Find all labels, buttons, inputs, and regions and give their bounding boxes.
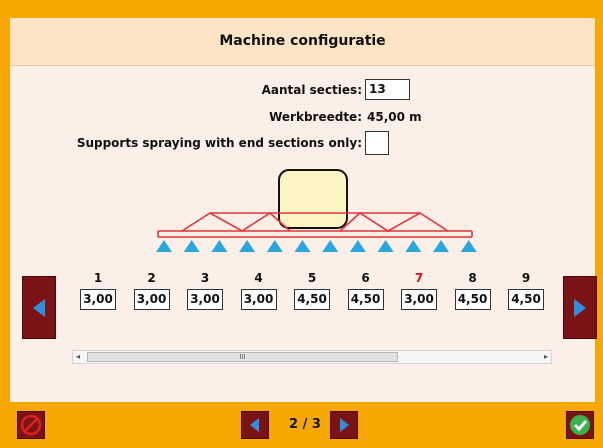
section-number: 1 bbox=[93, 271, 103, 285]
aantal-secties-label: Aantal secties: bbox=[261, 83, 362, 97]
section-width-input[interactable]: 4,50 bbox=[347, 289, 384, 310]
section-number: 8 bbox=[468, 271, 477, 285]
main-panel: Machine configuratie Aantal secties: 13 … bbox=[10, 18, 597, 402]
nozzle-icon bbox=[294, 240, 311, 252]
section-number: 4 bbox=[254, 271, 263, 285]
nozzle-icon bbox=[183, 240, 200, 252]
section-width-input[interactable]: 3,00 bbox=[401, 289, 437, 310]
end-sections-label: Supports spraying with end sections only… bbox=[76, 136, 362, 150]
aantal-secties-input[interactable]: 13 bbox=[365, 79, 410, 100]
nozzle-icon bbox=[377, 240, 394, 252]
scrollbar-grip: III bbox=[239, 353, 246, 361]
nozzle-row bbox=[156, 240, 477, 252]
nozzle-icon bbox=[156, 240, 172, 252]
arrow-left-icon bbox=[33, 299, 45, 317]
section-width-input[interactable]: 3,00 bbox=[187, 289, 223, 310]
nozzle-icon bbox=[433, 240, 449, 252]
end-sections-checkbox[interactable] bbox=[365, 131, 389, 155]
header: Machine configuratie bbox=[10, 18, 595, 66]
scroll-right-arrow[interactable]: ▸ bbox=[544, 352, 548, 361]
checkmark-icon bbox=[570, 415, 590, 435]
bottom-bar: 2 / 3 bbox=[0, 402, 603, 448]
arrow-left-icon bbox=[250, 418, 259, 432]
arrow-right-icon bbox=[340, 418, 349, 432]
sections-next-button[interactable] bbox=[563, 276, 597, 339]
section-width-input[interactable]: 3,00 bbox=[133, 289, 170, 310]
nozzle-icon bbox=[322, 240, 339, 252]
werkbreedte-value: 45,00 m bbox=[367, 110, 422, 124]
scrollbar-thumb[interactable]: III bbox=[87, 352, 398, 362]
cancel-button[interactable] bbox=[17, 411, 45, 439]
tank-shape bbox=[278, 169, 348, 229]
page-indicator: 2 / 3 bbox=[289, 417, 321, 432]
sections-prev-button[interactable] bbox=[22, 276, 56, 339]
nozzle-icon bbox=[405, 240, 422, 252]
arrow-right-icon bbox=[574, 299, 586, 317]
section-number: 3 bbox=[200, 271, 210, 285]
section-number: 7 bbox=[414, 271, 424, 285]
section-number: 2 bbox=[147, 271, 156, 285]
page-title: Machine configuratie bbox=[219, 33, 386, 49]
nozzle-icon bbox=[460, 240, 477, 252]
nozzle-icon bbox=[211, 240, 228, 252]
prohibited-icon bbox=[20, 414, 42, 436]
nozzle-icon bbox=[266, 240, 283, 252]
nozzle-icon bbox=[239, 240, 256, 252]
section-width-input[interactable]: 4,50 bbox=[454, 289, 491, 310]
section-width-input[interactable]: 4,50 bbox=[294, 289, 330, 310]
section-number: 5 bbox=[307, 271, 317, 285]
page-prev-button[interactable] bbox=[241, 411, 269, 439]
confirm-button[interactable] bbox=[566, 411, 594, 439]
scroll-left-arrow[interactable]: ◂ bbox=[76, 352, 80, 361]
section-width-input[interactable]: 3,00 bbox=[80, 289, 116, 310]
section-number: 9 bbox=[521, 271, 531, 285]
section-width-input[interactable]: 3,00 bbox=[240, 289, 277, 310]
section-number: 6 bbox=[361, 271, 370, 285]
page-next-button[interactable] bbox=[330, 411, 358, 439]
sections-scrollbar[interactable]: ◂ III ▸ bbox=[72, 350, 552, 364]
section-width-input[interactable]: 4,50 bbox=[508, 289, 544, 310]
sprayer-diagram bbox=[156, 169, 477, 252]
nozzle-icon bbox=[349, 240, 366, 252]
werkbreedte-label: Werkbreedte: bbox=[269, 110, 362, 124]
